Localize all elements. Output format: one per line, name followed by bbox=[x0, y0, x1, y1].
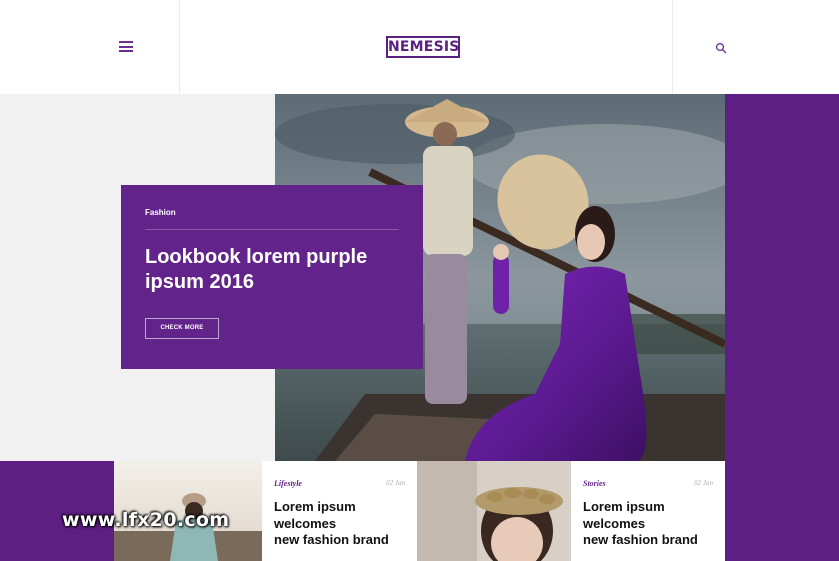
post-date: 02 Jan bbox=[386, 479, 405, 487]
check-more-button[interactable]: CHECK MORE bbox=[145, 318, 219, 339]
feature-title[interactable]: Lookbook lorem purple ipsum 2016 bbox=[145, 245, 405, 295]
header-divider bbox=[179, 0, 180, 94]
post-card-stories[interactable]: Stories 02 Jan Lorem ipsum welcomes new … bbox=[571, 461, 725, 561]
post-thumbnail-stories[interactable] bbox=[417, 461, 571, 561]
post-date: 02 Jan bbox=[694, 479, 713, 487]
header-divider bbox=[672, 0, 673, 94]
post-title[interactable]: Lorem ipsum welcomes new fashion brand bbox=[583, 499, 718, 549]
site-header: NEMESIS bbox=[0, 0, 839, 94]
right-accent-band bbox=[725, 94, 839, 561]
post-category[interactable]: Stories bbox=[583, 479, 606, 488]
feature-category[interactable]: Fashion bbox=[145, 208, 176, 217]
post-title[interactable]: Lorem ipsum welcomes new fashion brand bbox=[274, 499, 409, 549]
hamburger-menu-icon[interactable] bbox=[119, 41, 133, 52]
site-logo[interactable]: NEMESIS bbox=[386, 36, 460, 58]
post-category[interactable]: Lifestyle bbox=[274, 479, 302, 488]
watermark-text: www.lfx20.com bbox=[62, 509, 230, 531]
post-card-lifestyle[interactable]: Lifestyle 02 Jan Lorem ipsum welcomes ne… bbox=[262, 461, 417, 561]
search-icon[interactable] bbox=[715, 41, 727, 54]
feature-card: Fashion Lookbook lorem purple ipsum 2016… bbox=[121, 185, 423, 369]
card-divider bbox=[145, 229, 399, 230]
